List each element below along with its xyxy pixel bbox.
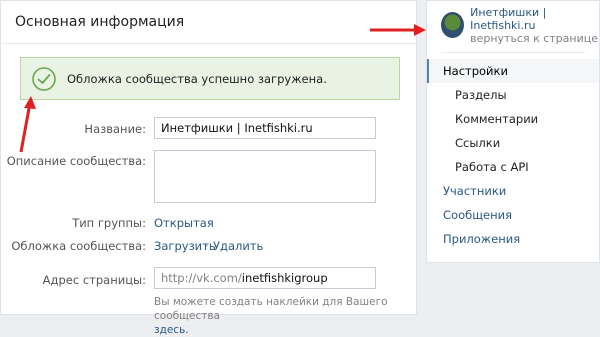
arrow-to-success-icon <box>19 96 36 153</box>
hint-link[interactable]: здесь. <box>154 324 189 336</box>
annotation-arrows <box>19 24 426 153</box>
arrow-to-group <box>370 24 426 36</box>
